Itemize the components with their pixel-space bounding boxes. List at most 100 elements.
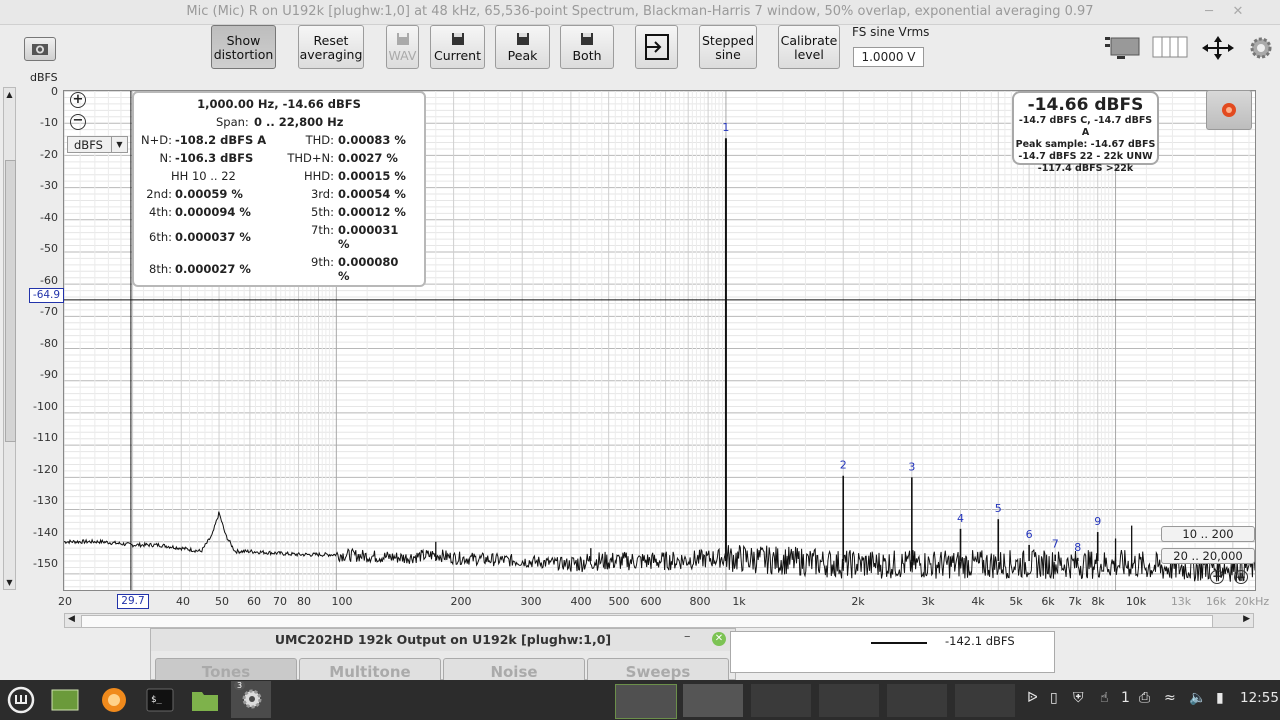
window-count-badge: 3 — [234, 681, 246, 690]
volume-icon[interactable]: 🔈 — [1189, 690, 1206, 706]
save-icon — [516, 33, 529, 45]
show-distortion-button[interactable]: Show distortion — [211, 25, 276, 69]
minimize-icon[interactable]: – — [684, 629, 691, 644]
x-zoom-in-icon[interactable]: + — [1234, 570, 1248, 584]
workspace-3[interactable] — [751, 684, 811, 717]
rew-taskbar-item[interactable]: 3 — [231, 681, 271, 718]
x-tick-label: 200 — [450, 595, 472, 608]
move-icon[interactable] — [1201, 36, 1235, 60]
workspace-5[interactable] — [887, 684, 947, 717]
y-tick-label: -20 — [40, 148, 58, 161]
scroll-right-icon[interactable]: ▶ — [1243, 614, 1250, 624]
n-label: N: — [159, 151, 172, 165]
x-range-box[interactable]: 20 .. 20,000 — [1161, 548, 1255, 564]
clipboard-icon[interactable]: ▯ — [1050, 690, 1058, 706]
save-icon — [451, 33, 464, 45]
bluetooth-icon[interactable]: ᐉ — [1027, 690, 1038, 706]
nd-value: -108.2 dBFS A — [175, 133, 267, 147]
layout-icon[interactable] — [1103, 35, 1141, 61]
stepped-sine-label: Stepped sine — [701, 33, 755, 62]
h7-value: 0.000031 % — [338, 223, 399, 251]
save-icon — [581, 33, 593, 45]
show-desktop-icon[interactable] — [50, 686, 80, 714]
terminal-icon[interactable]: $_ — [145, 686, 175, 714]
generator-tab[interactable]: Noise — [443, 658, 585, 680]
scroll-thumb[interactable] — [5, 160, 16, 442]
harmonic-label: 2 — [840, 459, 847, 472]
scroll-up-icon[interactable]: ▲ — [5, 90, 14, 99]
zoom-in-icon[interactable]: + — [70, 92, 86, 108]
hhd-label: HHD: — [303, 169, 334, 183]
wifi-icon[interactable]: ≈ — [1164, 690, 1176, 706]
hh-label: HH 10 .. 22 — [171, 169, 236, 183]
stepped-sine-button[interactable]: Stepped sine — [699, 25, 757, 69]
gear-icon[interactable] — [1249, 36, 1273, 60]
save-icon — [396, 33, 409, 45]
clock: 12:55 — [1240, 690, 1279, 706]
firefox-icon[interactable] — [99, 686, 129, 714]
chevron-down-icon: ▼ — [111, 137, 127, 152]
x-tick-label: 10k — [1125, 595, 1147, 608]
reset-averaging-button[interactable]: Reset averaging — [298, 25, 364, 69]
generator-tab[interactable]: Multitone — [299, 658, 441, 680]
scroll-down-icon[interactable]: ▼ — [5, 578, 14, 587]
network-icon[interactable]: ☝ — [1100, 690, 1109, 706]
h2-label: 2nd: — [146, 187, 172, 201]
both-label: Both — [572, 48, 602, 63]
x-tick-label: 20 — [58, 595, 72, 608]
y-range-box[interactable]: 10 .. 200 — [1161, 526, 1255, 542]
x-tick-label: 80 — [297, 595, 311, 608]
horizontal-scrollbar[interactable]: ◀ ▶ — [64, 613, 1254, 628]
y-tick-label: -40 — [40, 211, 58, 224]
h7-label: 7th: — [311, 223, 334, 237]
camera-icon[interactable] — [24, 37, 56, 61]
y-unit-select[interactable]: dBFS ▼ — [67, 136, 128, 153]
record-button[interactable] — [1206, 90, 1252, 130]
battery-icon[interactable]: ▮ — [1216, 690, 1224, 706]
files-icon[interactable] — [190, 686, 220, 714]
y-tick-label: -110 — [33, 431, 58, 444]
generator-tab[interactable]: Tones — [155, 658, 297, 680]
menu-icon[interactable] — [6, 686, 36, 714]
minimize-icon[interactable]: ─ — [1200, 3, 1218, 21]
calibrate-level-button[interactable]: Calibrate level — [778, 25, 840, 69]
fs-value-field[interactable]: 1.0000 V — [853, 47, 924, 67]
peak-level-panel: -14.66 dBFS -14.7 dBFS C, -14.7 dBFS A P… — [1012, 91, 1159, 174]
close-icon[interactable]: ✕ — [1229, 3, 1247, 21]
svg-text:$_: $_ — [151, 695, 162, 705]
harmonic-label: 1 — [722, 121, 729, 134]
both-button[interactable]: Both — [560, 25, 614, 69]
x-tick-label: 6k — [1041, 595, 1055, 608]
current-label: Current — [434, 48, 481, 63]
y-tick-label: -60 — [40, 274, 58, 287]
peak-label: Peak — [507, 48, 538, 63]
h-scroll-thumb[interactable] — [81, 615, 1213, 628]
current-button[interactable]: Current — [430, 25, 485, 69]
generator-tab[interactable]: Sweeps — [587, 658, 729, 680]
workspace-4[interactable] — [819, 684, 879, 717]
h6-label: 6th: — [149, 230, 172, 244]
x-tick-label: 4k — [971, 595, 985, 608]
zoom-out-icon[interactable]: − — [70, 114, 86, 130]
close-icon[interactable]: ✕ — [712, 632, 726, 646]
legend-value: -142.1 dBFS — [945, 634, 1015, 648]
peak-line-4: -117.4 dBFS >22k — [1037, 163, 1134, 174]
workspace-6[interactable] — [955, 684, 1015, 717]
printer-icon[interactable]: ⎙ — [1139, 690, 1150, 706]
x-tick-label: 8k — [1091, 595, 1105, 608]
y-tick-label: -130 — [33, 494, 58, 507]
workspace-2[interactable] — [683, 684, 743, 717]
x-zoom-out-icon[interactable]: − — [1210, 570, 1224, 584]
scroll-left-icon[interactable]: ◀ — [68, 614, 75, 624]
x-tick-label: 800 — [689, 595, 711, 608]
workspace-1[interactable] — [615, 684, 677, 719]
peak-button[interactable]: Peak — [495, 25, 550, 69]
x-tick-label: 7k — [1068, 595, 1082, 608]
wav-button[interactable]: WAV — [386, 25, 419, 69]
h4-label: 4th: — [149, 205, 172, 219]
generator-window: UMC202HD 192k Output on U192k [plughw:1,… — [150, 628, 736, 680]
import-button[interactable] — [635, 25, 678, 69]
panels-icon[interactable] — [1152, 35, 1188, 61]
vertical-scrollbar[interactable]: ▲ ▼ — [3, 87, 16, 590]
shield-icon[interactable]: ⛨ — [1073, 690, 1084, 706]
